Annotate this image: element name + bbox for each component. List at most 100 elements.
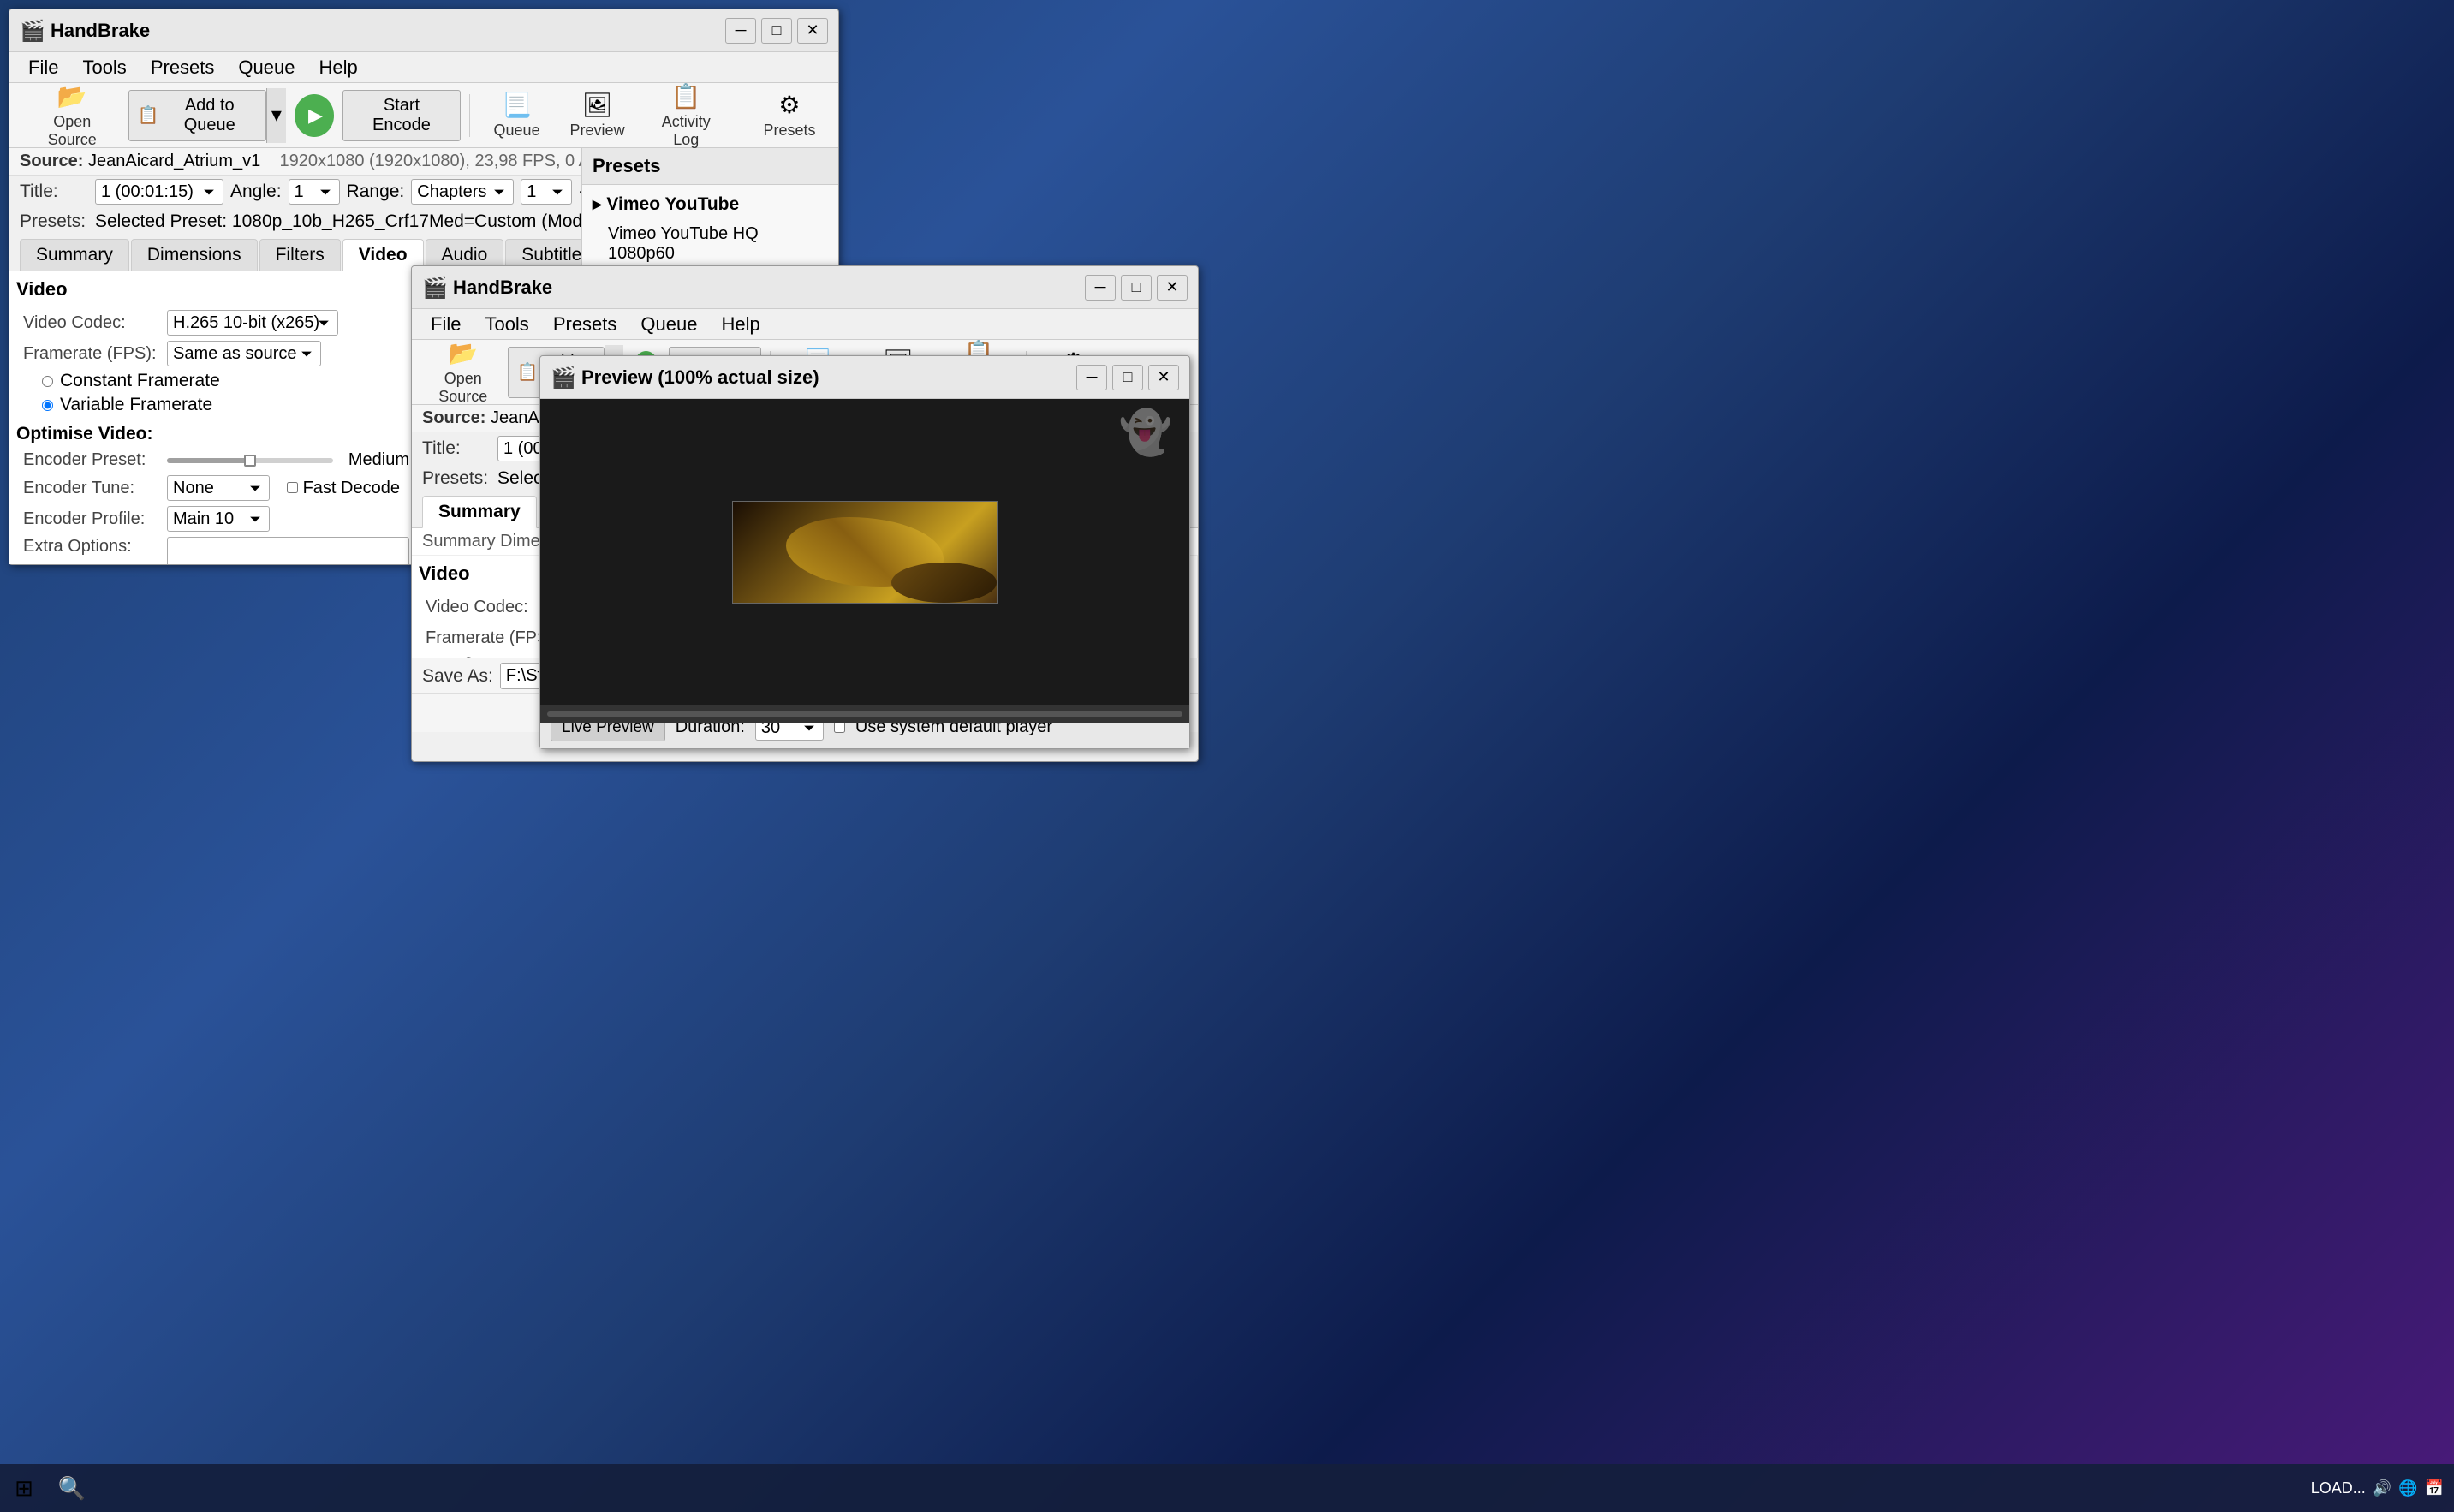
range-start-select[interactable]: 1 (521, 179, 572, 205)
preview-seekbar[interactable] (547, 711, 1182, 717)
variable-framerate-radio[interactable] (42, 400, 53, 411)
video-codec-row: Video Codec: H.265 10-bit (x265) (16, 307, 416, 338)
fast-decode-checkbox[interactable] (287, 482, 298, 493)
presets-icon: ⚙ (778, 91, 800, 119)
maximize-btn[interactable]: □ (761, 18, 792, 44)
second-menu-bar: File Tools Presets Queue Help (412, 309, 1198, 340)
preview-video-frame (732, 501, 998, 604)
encoder-preset-slider[interactable] (167, 458, 333, 463)
start-encode-label: Start Encode (372, 96, 431, 134)
open-source-icon: 📂 (57, 82, 87, 110)
angle-label: Angle: (230, 182, 282, 202)
framerate-row: Framerate (FPS): Same as source (16, 338, 416, 369)
add-queue-dropdown[interactable]: ▾ (266, 88, 286, 143)
encoder-profile-select[interactable]: Main 10 (167, 506, 270, 532)
add-to-queue-button[interactable]: 📋 Add to Queue (128, 90, 267, 141)
second-source-label: Source: (422, 408, 485, 427)
second-minimize-btn[interactable]: ─ (1085, 275, 1116, 301)
title-select[interactable]: 1 (00:01:15) (95, 179, 223, 205)
preset-group-vimeo-name: Vimeo YouTube (606, 194, 739, 215)
add-to-queue-label: Add to Queue (162, 96, 257, 135)
range-type-select[interactable]: Chapters (411, 179, 514, 205)
toolbar-sep-1 (469, 94, 470, 137)
second-menu-help[interactable]: Help (709, 310, 771, 339)
encoder-tune-row: Encoder Tune: None Fast Decode (16, 473, 416, 503)
add-queue-icon: 📋 (138, 104, 159, 126)
start-encode-play-button[interactable] (295, 94, 334, 137)
presets-row-value: Selected Preset: 1080p_10b_H265_Crf17Med… (95, 211, 622, 232)
second-tab-summary[interactable]: Summary (422, 496, 537, 528)
menu-tools[interactable]: Tools (70, 53, 138, 82)
second-open-source-icon: 📂 (448, 339, 478, 367)
minimize-btn[interactable]: ─ (725, 18, 756, 44)
encoder-profile-row: Encoder Profile: Main 10 (16, 503, 416, 534)
second-save-as-label: Save As: (422, 666, 493, 687)
presets-button[interactable]: ⚙ Presets (751, 88, 828, 143)
preview-minimize-btn[interactable]: ─ (1076, 365, 1107, 390)
main-titlebar: 🎬 HandBrake ─ □ ✕ (9, 9, 838, 52)
use-system-player-checkbox[interactable] (834, 722, 845, 733)
preset-item-hq1080[interactable]: Vimeo YouTube HQ 1080p60 (582, 220, 838, 268)
tab-summary[interactable]: Summary (20, 239, 129, 271)
codec-select[interactable]: H.265 10-bit (x265) (167, 310, 338, 336)
second-window-title: HandBrake (453, 277, 1085, 299)
extra-options-row: Extra Options: (16, 534, 416, 564)
taskbar-start-icon[interactable]: ⊞ (3, 1467, 45, 1509)
presets-row-label: Presets: (20, 211, 88, 232)
menu-help[interactable]: Help (307, 53, 369, 82)
taskbar-search-icon[interactable]: 🔍 (51, 1467, 92, 1509)
open-source-button[interactable]: 📂 Open Source (20, 88, 125, 143)
encoder-preset-label: Encoder Preset: (23, 450, 160, 470)
activity-log-label: Activity Log (650, 113, 724, 149)
fast-decode-label: Fast Decode (303, 479, 400, 497)
tab-filters[interactable]: Filters (259, 239, 341, 271)
taskbar: ⊞ 🔍 LOAD... 🔊 🌐 📅 (0, 1464, 2454, 1512)
window-controls: ─ □ ✕ (725, 18, 828, 44)
second-presets-row-label: Presets: (422, 468, 491, 489)
angle-select[interactable]: 1 (289, 179, 340, 205)
second-open-source-button[interactable]: 📂 Open Source (422, 345, 504, 400)
framerate-select[interactable]: Same as source (167, 341, 321, 366)
menu-file[interactable]: File (16, 53, 70, 82)
preview-bottom-bar: Live Preview Duration: 30 Use system def… (540, 705, 1189, 748)
source-label: Source: (20, 152, 83, 170)
second-menu-tools[interactable]: Tools (473, 310, 540, 339)
second-menu-queue[interactable]: Queue (628, 310, 709, 339)
queue-label: Queue (494, 122, 540, 140)
second-close-btn[interactable]: ✕ (1157, 275, 1188, 301)
activity-log-button[interactable]: 📋 Activity Log (640, 88, 734, 143)
encoder-tune-label: Encoder Tune: (23, 479, 160, 498)
taskbar-network-icon[interactable]: 🌐 (2398, 1479, 2417, 1497)
taskbar-load-label: LOAD... (2311, 1479, 2366, 1497)
menu-bar: File Tools Presets Queue Help (9, 52, 838, 83)
extra-options-input[interactable] (167, 537, 409, 564)
second-titlebar: 🎬 HandBrake ─ □ ✕ (412, 266, 1198, 309)
menu-queue[interactable]: Queue (226, 53, 307, 82)
variable-framerate-row: Variable Framerate (42, 393, 416, 417)
variable-framerate-label: Variable Framerate (60, 395, 212, 415)
preview-close-btn[interactable]: ✕ (1148, 365, 1179, 390)
encoder-preset-value: Medium (348, 450, 409, 470)
presets-label: Presets (763, 122, 815, 140)
second-app-icon: 🎬 (422, 276, 446, 300)
close-btn[interactable]: ✕ (797, 18, 828, 44)
preset-group-vimeo-header[interactable]: ▸ Vimeo YouTube (582, 188, 838, 220)
constant-framerate-radio[interactable] (42, 376, 53, 387)
queue-button[interactable]: 📃 Queue (479, 88, 556, 143)
taskbar-volume-icon[interactable]: 🔊 (2373, 1479, 2391, 1497)
start-encode-button[interactable]: Start Encode (342, 90, 460, 141)
second-menu-file[interactable]: File (419, 310, 473, 339)
encoder-preset-knob[interactable] (244, 455, 256, 467)
preview-button[interactable]: 🖼 Preview (559, 88, 636, 143)
second-maximize-btn[interactable]: □ (1121, 275, 1152, 301)
tab-dimensions[interactable]: Dimensions (131, 239, 258, 271)
second-title-label: Title: (422, 438, 491, 459)
framerate-label: Framerate (FPS): (23, 344, 160, 364)
optimise-heading: Optimise Video: (16, 424, 416, 444)
menu-presets[interactable]: Presets (139, 53, 227, 82)
preview-window: 🎬 Preview (100% actual size) ─ □ ✕ 👻 (539, 355, 1190, 749)
second-menu-presets[interactable]: Presets (541, 310, 629, 339)
preview-maximize-btn[interactable]: □ (1112, 365, 1143, 390)
activity-log-icon: 📋 (671, 82, 701, 110)
encoder-tune-select[interactable]: None (167, 475, 270, 501)
